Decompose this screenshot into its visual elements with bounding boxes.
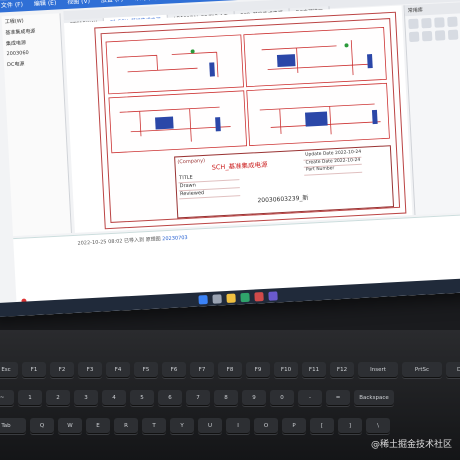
keyboard-key[interactable]: F11 xyxy=(302,362,326,378)
keyboard-key[interactable]: F1 xyxy=(22,362,46,378)
keyboard-key[interactable]: R xyxy=(114,418,138,434)
menu-item[interactable]: 放置 (P) xyxy=(101,0,124,4)
title-text: SCH_基准集成电源 xyxy=(211,160,268,172)
keyboard-key[interactable]: 9 xyxy=(242,390,266,406)
keyboard-key[interactable]: F5 xyxy=(134,362,158,378)
keyboard-key[interactable]: F2 xyxy=(50,362,74,378)
keyboard-key[interactable]: P xyxy=(282,418,306,434)
keyboard-key[interactable]: Tab xyxy=(0,418,26,434)
title-company: (Company) xyxy=(177,157,206,166)
keyboard-key[interactable]: T xyxy=(142,418,166,434)
keyboard-key[interactable]: Q xyxy=(30,418,54,434)
keyboard-key[interactable]: 2 xyxy=(46,390,70,406)
tool-icon[interactable] xyxy=(421,17,432,29)
ic-regulator-2 xyxy=(155,116,174,130)
keyboard-key[interactable]: F8 xyxy=(218,362,242,378)
title-subtitle: 20030603239_新 xyxy=(257,194,309,205)
connector-2 xyxy=(367,54,373,69)
connector-4 xyxy=(371,109,378,125)
title-dates: Update Date 2022-10-24 Create Date 2022-… xyxy=(303,149,363,176)
keyboard-key[interactable]: E xyxy=(86,418,110,434)
library-tools xyxy=(405,13,460,45)
keyboard-row-qwerty: Tab Q W E R T Y U I O P[] \ xyxy=(0,418,456,434)
menu-item[interactable]: 视图 (V) xyxy=(67,0,90,6)
tool-icon[interactable] xyxy=(408,18,419,30)
title-block: (Company) SCH_基准集成电源 Update Date 2022-10… xyxy=(174,145,395,219)
led-1 xyxy=(190,49,195,54)
menu-item[interactable]: 文件 (F) xyxy=(1,1,23,9)
laptop-keyboard-deck: Esc F1 F2 F3 F4 F5 F6 F7 F8 F9 F10 F11 F12 Insert PrtS… xyxy=(0,330,460,460)
keyboard-key[interactable]: U xyxy=(198,418,222,434)
menu-item[interactable]: 布局 (O) xyxy=(134,0,158,2)
tool-icon[interactable] xyxy=(447,29,459,41)
led-2 xyxy=(344,43,349,48)
keyboard-key[interactable]: Y xyxy=(170,418,194,434)
keyboard-key[interactable]: F7 xyxy=(190,362,214,378)
menu-item[interactable]: 编辑 (E) xyxy=(34,0,57,8)
keyboard-key[interactable]: 7 xyxy=(186,390,210,406)
tool-icon[interactable] xyxy=(447,16,458,28)
keyboard-key[interactable]: [ xyxy=(310,418,334,434)
tool-icon[interactable] xyxy=(421,30,433,42)
keyboard-key[interactable]: - xyxy=(298,390,322,406)
schematic-canvas[interactable]: (Company) SCH_基准集成电源 Update Date 2022-10… xyxy=(63,5,413,233)
keyboard-key[interactable]: = xyxy=(326,390,350,406)
keyboard-key[interactable]: 6 xyxy=(158,390,182,406)
keyboard-key[interactable]: W xyxy=(58,418,82,434)
connector-3 xyxy=(215,117,221,132)
keyboard-key[interactable]: \ xyxy=(366,418,390,434)
keyboard-key[interactable]: 8 xyxy=(214,390,238,406)
keyboard-key[interactable]: 0 xyxy=(270,390,294,406)
laptop-screen: javafrontendcatchcommunitytoolsMoviemodu… xyxy=(0,0,460,318)
app-icon[interactable] xyxy=(268,291,278,301)
app-icon[interactable] xyxy=(254,292,264,302)
circuit-block-usb xyxy=(105,34,244,95)
keyboard-key[interactable]: Delete xyxy=(446,362,460,378)
keyboard-key[interactable]: ] xyxy=(338,418,362,434)
keyboard-key[interactable]: Esc xyxy=(0,362,18,378)
keyboard-key[interactable]: Backspace xyxy=(354,390,394,406)
search-icon[interactable] xyxy=(212,294,222,304)
keyboard-key[interactable]: 4 xyxy=(102,390,126,406)
title-rows: TITLE Drawn Reviewed xyxy=(178,172,241,200)
keyboard-key[interactable]: F12 xyxy=(330,362,354,378)
keyboard-key[interactable]: 3 xyxy=(74,390,98,406)
keyboard-key[interactable]: I xyxy=(226,418,250,434)
keyboard-key[interactable]: F4 xyxy=(106,362,130,378)
ic-regulator-3 xyxy=(304,111,328,127)
keyboard-key[interactable]: F6 xyxy=(162,362,186,378)
keyboard-key[interactable]: O xyxy=(254,418,278,434)
tool-icon[interactable] xyxy=(434,30,446,41)
watermark: @稀土掘金技术社区 xyxy=(370,440,452,450)
photo-scene: javafrontendcatchcommunitytoolsMoviemodu… xyxy=(0,0,460,460)
keyboard-key[interactable]: PrtSc xyxy=(402,362,442,378)
explorer-icon[interactable] xyxy=(226,293,236,303)
circuit-block-regulator-a xyxy=(243,26,387,88)
tool-icon[interactable] xyxy=(408,31,420,43)
circuit-block-regulator-b xyxy=(108,90,248,154)
log-line: 2022-10-25 08:02 已导入到 原理图 20230703 xyxy=(77,234,188,247)
menu-item[interactable]: 工具 (T) xyxy=(168,0,191,1)
keyboard-key[interactable]: F3 xyxy=(78,362,102,378)
browser-icon[interactable] xyxy=(240,292,250,303)
start-icon[interactable] xyxy=(198,294,208,305)
project-item[interactable]: DC电源 xyxy=(4,56,62,70)
keyboard-key[interactable]: F9 xyxy=(246,362,270,378)
keyboard-key[interactable]: Insert xyxy=(358,362,398,378)
project-panel: 工程(W) 基准集成电源 集成电源 2003060 DC电源 xyxy=(1,13,72,237)
keyboard-key[interactable]: ~ xyxy=(0,390,14,406)
library-panel: 常用库 xyxy=(403,2,460,216)
keyboard-key[interactable]: 1 xyxy=(18,390,42,406)
ic-regulator-1 xyxy=(276,54,296,68)
keyboard-key[interactable]: F10 xyxy=(274,362,298,378)
keyboard-row-fn: Esc F1 F2 F3 F4 F5 F6 F7 F8 F9 F10 F11 F12 Insert PrtS… xyxy=(0,362,460,378)
connector-1 xyxy=(209,62,215,77)
keyboard-row-num: ~1 2 3 4 5 6 7 8 9 0- = Backspace xyxy=(0,390,460,406)
schematic-sheet: (Company) SCH_基准集成电源 Update Date 2022-10… xyxy=(94,11,407,230)
keyboard-key[interactable]: 5 xyxy=(130,390,154,406)
tool-icon[interactable] xyxy=(434,17,445,28)
